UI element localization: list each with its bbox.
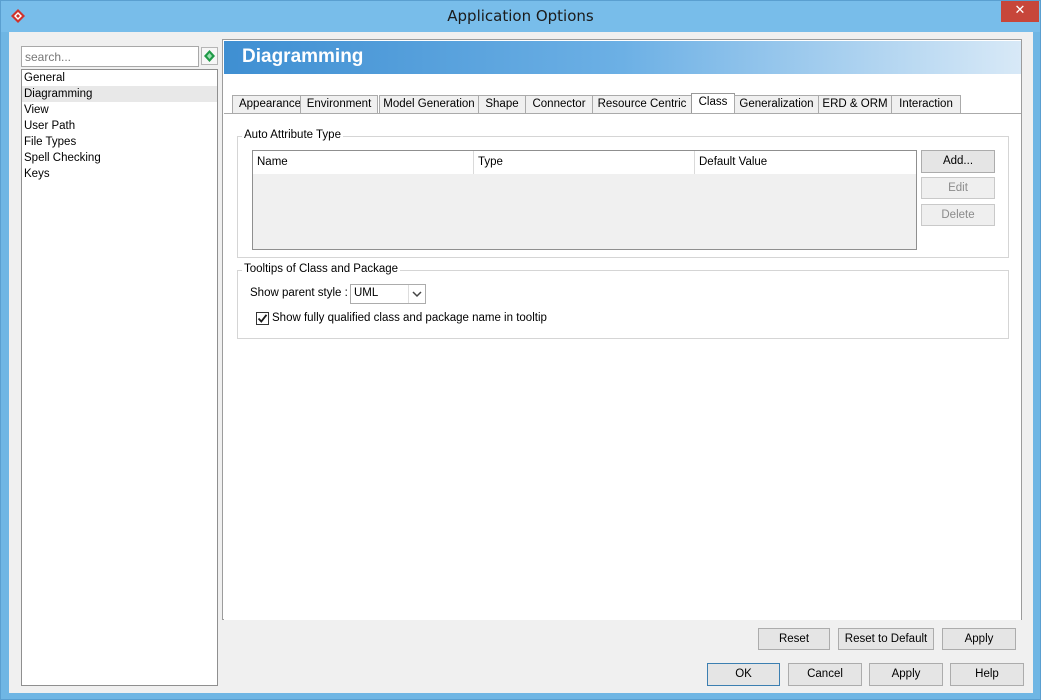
tab-content-class: Auto Attribute Type Name Type Default Va… (224, 113, 1021, 620)
auto-attribute-group: Auto Attribute Type Name Type Default Va… (237, 129, 1009, 258)
window-title: Application Options (447, 7, 594, 25)
column-header-name[interactable]: Name (253, 151, 474, 174)
dialog-apply-button[interactable]: Apply (869, 663, 943, 686)
close-button[interactable]: ✕ (1001, 1, 1039, 22)
title-bar[interactable]: Application Options ✕ (1, 1, 1040, 32)
tab-erd-orm[interactable]: ERD & ORM (818, 95, 892, 114)
nav-item-spell-checking[interactable]: Spell Checking (22, 150, 217, 166)
tab-strip: Appearance Environment Model Generation Sha… (224, 93, 1021, 115)
help-button[interactable]: Help (950, 663, 1024, 686)
tab-resource-centric[interactable]: Resource Centric (592, 95, 692, 114)
options-panel: Diagramming Appearance Environment Model G… (222, 39, 1022, 620)
auto-attribute-legend: Auto Attribute Type (242, 129, 343, 141)
panel-apply-button[interactable]: Apply (942, 628, 1016, 650)
nav-item-keys[interactable]: Keys (22, 166, 217, 182)
tooltips-legend: Tooltips of Class and Package (242, 263, 401, 275)
chevron-down-icon (408, 285, 425, 303)
column-header-default-value[interactable]: Default Value (695, 151, 916, 174)
column-header-type[interactable]: Type (474, 151, 695, 174)
cancel-button[interactable]: Cancel (788, 663, 862, 686)
tab-environment[interactable]: Environment (300, 95, 378, 114)
nav-item-general[interactable]: General (22, 70, 217, 86)
search-field[interactable] (21, 46, 199, 67)
reset-button[interactable]: Reset (758, 628, 830, 650)
qualified-name-label: Show fully qualified class and package n… (272, 312, 547, 324)
table-header: Name Type Default Value (253, 151, 916, 174)
search-input[interactable] (22, 47, 198, 66)
section-header: Diagramming (224, 41, 1021, 74)
tab-model-generation[interactable]: Model Generation (379, 95, 479, 114)
reset-to-default-button[interactable]: Reset to Default (838, 628, 934, 650)
tab-appearance[interactable]: Appearance (232, 95, 308, 114)
tab-interaction[interactable]: Interaction (891, 95, 961, 114)
tab-shape[interactable]: Shape (478, 95, 526, 114)
add-button[interactable]: Add... (921, 150, 995, 173)
application-options-window: Application Options ✕ GeneralDiagramming… (0, 0, 1041, 700)
section-title: Diagramming (242, 46, 364, 67)
tooltips-group: Tooltips of Class and Package Show paren… (237, 263, 1009, 339)
qualified-name-checkbox[interactable] (256, 312, 269, 325)
search-go-button[interactable] (201, 47, 218, 65)
show-parent-style-value: UML (354, 287, 379, 299)
delete-button[interactable]: Delete (921, 204, 995, 226)
ok-button[interactable]: OK (707, 663, 780, 686)
nav-item-diagramming[interactable]: Diagramming (22, 86, 217, 102)
show-parent-style-label: Show parent style : (250, 287, 348, 299)
dialog-client: GeneralDiagrammingViewUser PathFile Type… (9, 32, 1033, 693)
nav-item-file-types[interactable]: File Types (22, 134, 217, 150)
auto-attribute-table[interactable]: Name Type Default Value (252, 150, 917, 250)
edit-button[interactable]: Edit (921, 177, 995, 199)
nav-item-user-path[interactable]: User Path (22, 118, 217, 134)
nav-item-view[interactable]: View (22, 102, 217, 118)
tab-class[interactable]: Class (691, 93, 735, 115)
category-list: General Diagramming View User Path File Type… (21, 69, 218, 686)
checkmark-icon (257, 314, 268, 323)
green-diamond-icon (204, 50, 215, 62)
tab-generalization[interactable]: Generalization (734, 95, 819, 114)
tab-connector[interactable]: Connector (525, 95, 593, 114)
close-icon: ✕ (1014, 3, 1026, 18)
show-parent-style-select[interactable]: UML (350, 284, 426, 304)
